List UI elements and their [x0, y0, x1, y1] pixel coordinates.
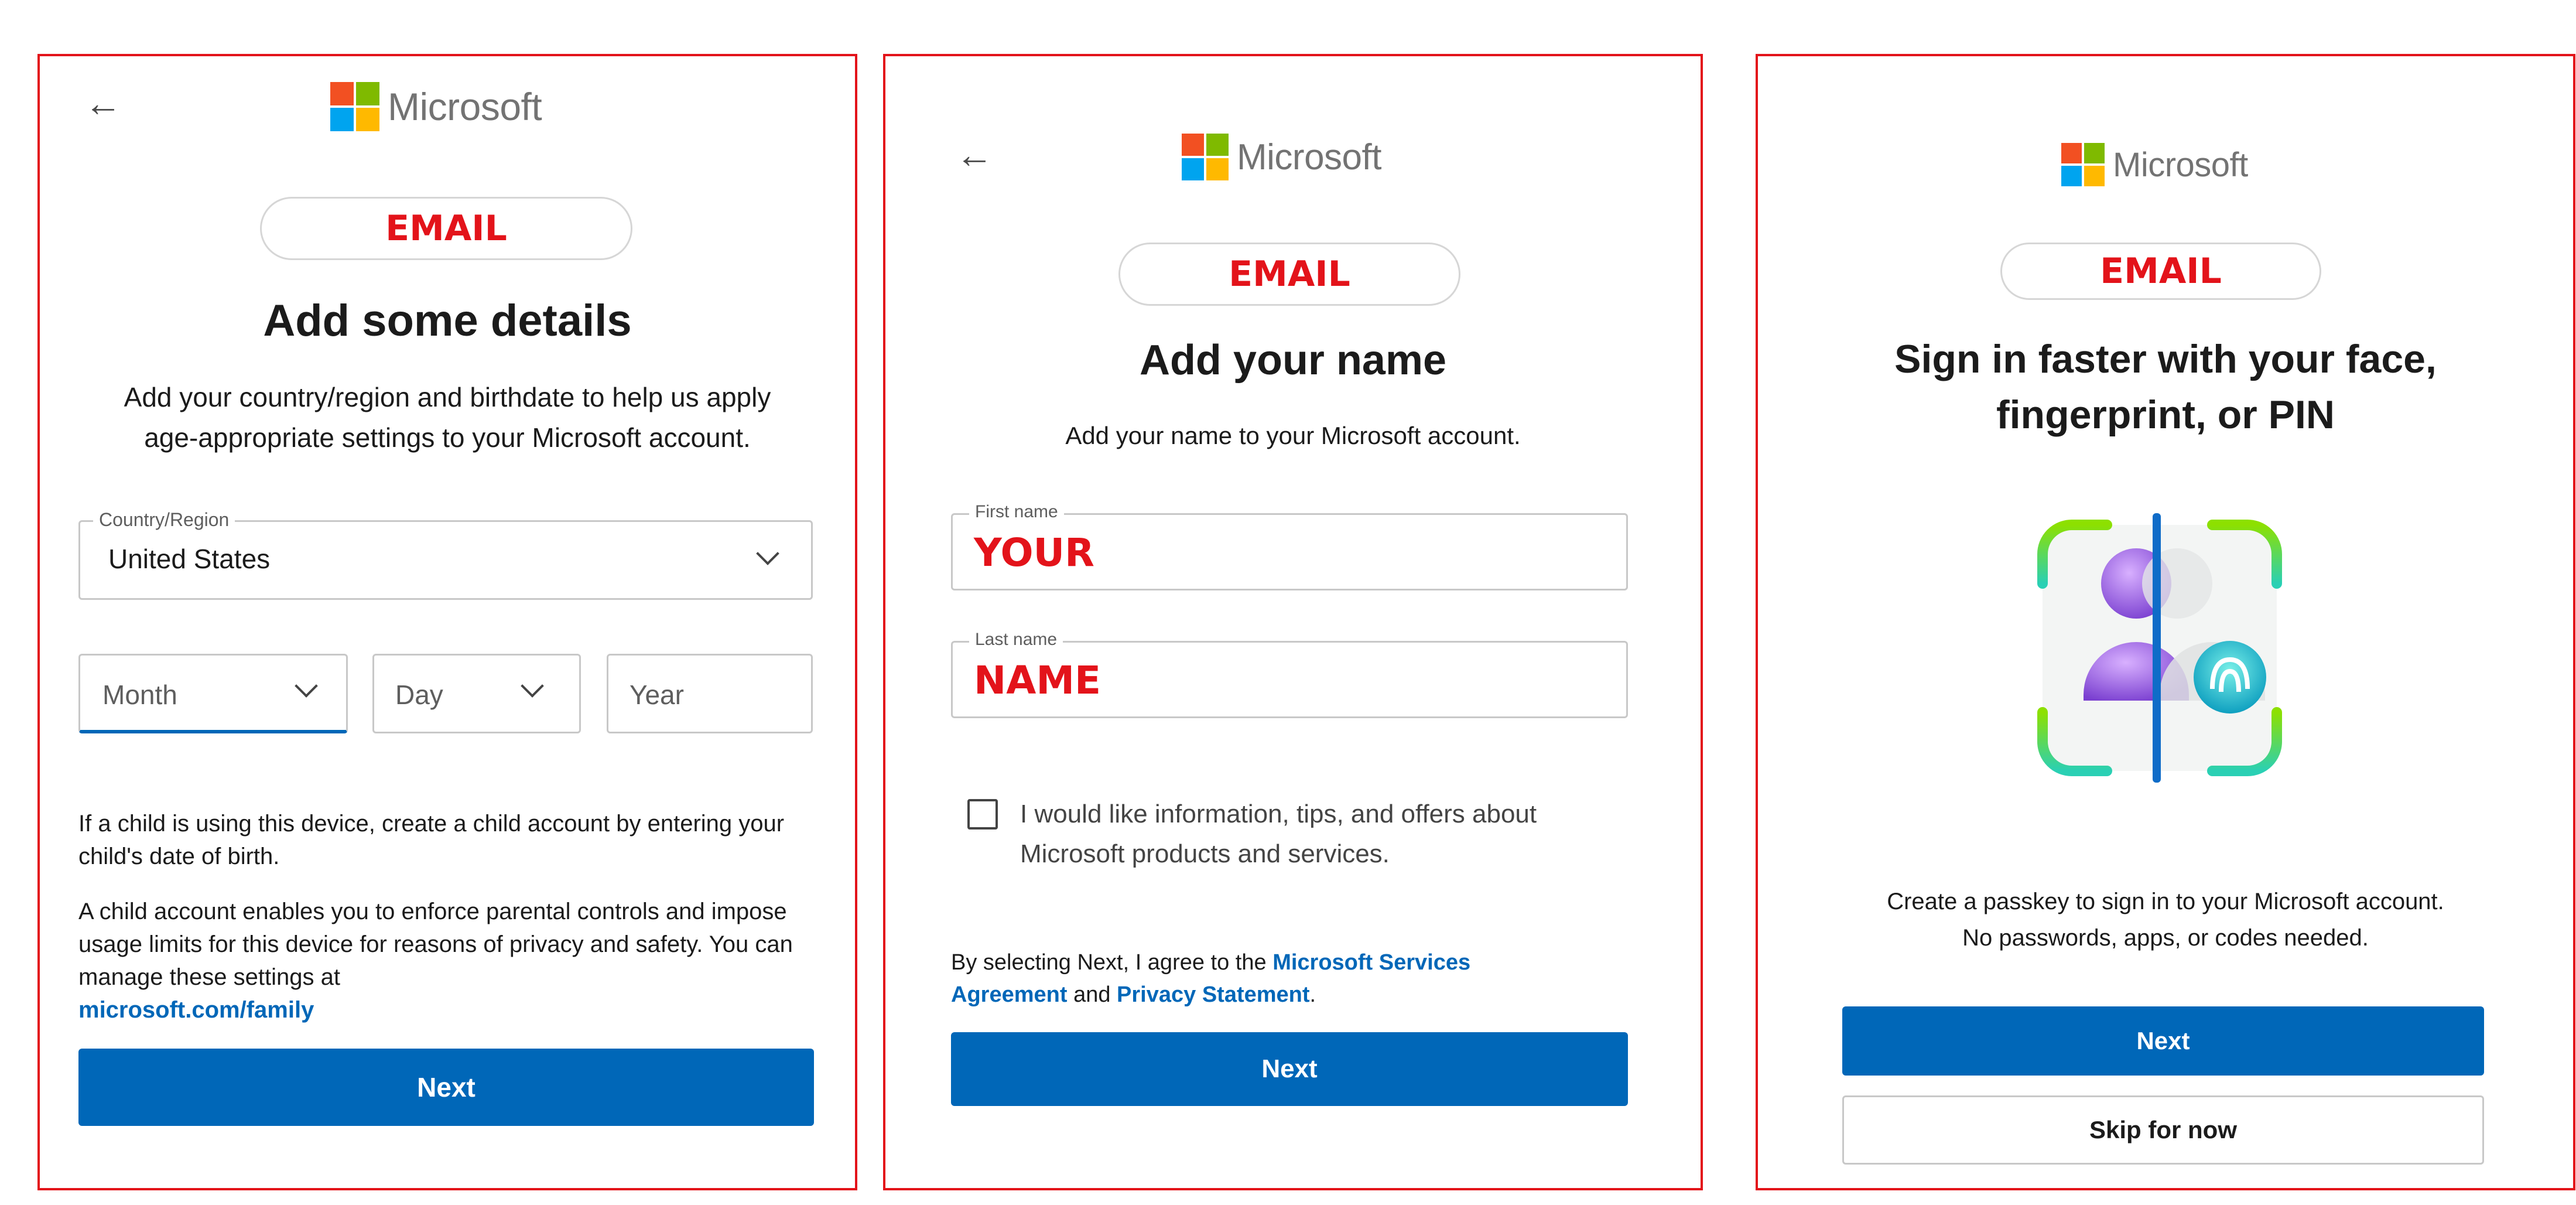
- first-name-label: First name: [969, 502, 1064, 522]
- microsoft-wordmark: Microsoft: [388, 85, 542, 128]
- page-title: Sign in faster with your face, fingerpri…: [1758, 332, 2573, 443]
- passkey-face-fingerprint-icon: [2019, 501, 2300, 806]
- title-line: fingerprint, or PIN: [1996, 392, 2335, 438]
- passkey-description: Create a passkey to sign in to your Micr…: [1758, 883, 2573, 956]
- add-details-panel: ← Microsoft EMAIL Add some details Add y…: [37, 54, 857, 1190]
- period-text: .: [1309, 982, 1316, 1008]
- microsoft-wordmark: Microsoft: [1237, 136, 1381, 177]
- last-name-label: Last name: [969, 630, 1063, 650]
- next-button[interactable]: Next: [951, 1032, 1628, 1106]
- microsoft-squares-icon: [330, 82, 379, 131]
- next-button[interactable]: Next: [78, 1049, 814, 1126]
- child-account-text: A child account enables you to enforce p…: [78, 899, 793, 990]
- and-text: and: [1073, 982, 1111, 1008]
- description-line: Create a passkey to sign in to your Micr…: [1887, 889, 2444, 914]
- skip-for-now-button[interactable]: Skip for now: [1842, 1095, 2484, 1165]
- back-arrow-icon[interactable]: ←: [84, 84, 122, 122]
- family-link[interactable]: microsoft.com/family: [78, 997, 314, 1023]
- country-region-select[interactable]: Country/Region United States: [78, 509, 813, 600]
- country-region-label: Country/Region: [93, 509, 235, 531]
- chevron-down-icon: [756, 542, 779, 565]
- month-select[interactable]: Month: [78, 654, 348, 733]
- microsoft-logo: Microsoft: [2061, 143, 2248, 186]
- first-name-input[interactable]: First name YOUR: [951, 502, 1628, 590]
- day-select[interactable]: Day: [372, 654, 581, 733]
- child-note: If a child is using this device, create …: [78, 811, 785, 869]
- page-title: Add some details: [263, 296, 632, 346]
- country-region-value: United States: [108, 544, 271, 574]
- microsoft-wordmark: Microsoft: [2113, 145, 2248, 184]
- privacy-statement-link[interactable]: Privacy Statement: [1117, 982, 1310, 1007]
- page-title: Add your name: [1139, 337, 1447, 384]
- microsoft-squares-icon: [1182, 134, 1229, 180]
- offers-checkbox[interactable]: [967, 799, 998, 829]
- email-badge: EMAIL: [1118, 243, 1460, 306]
- add-name-panel: ← Microsoft EMAIL Add your name Add your…: [883, 54, 1703, 1190]
- year-placeholder: Year: [630, 680, 684, 710]
- description-line: No passwords, apps, or codes needed.: [1962, 925, 2369, 951]
- page-subtitle: Add your country/region and birthdate to…: [40, 377, 855, 458]
- back-arrow-icon[interactable]: ←: [956, 136, 993, 173]
- last-name-input[interactable]: Last name NAME: [951, 630, 1628, 718]
- offers-checkbox-label: I would like information, tips, and offe…: [1020, 794, 1664, 874]
- chevron-down-icon: [295, 674, 318, 698]
- page-subtitle: Add your name to your Microsoft account.: [1065, 422, 1521, 449]
- title-line: Sign in faster with your face,: [1894, 337, 2437, 381]
- microsoft-squares-icon: [2061, 143, 2105, 186]
- microsoft-logo: Microsoft: [1182, 134, 1381, 180]
- month-placeholder: Month: [102, 680, 177, 710]
- subtitle-line: age-appropriate settings to your Microso…: [144, 422, 751, 453]
- chevron-down-icon: [521, 674, 544, 698]
- day-placeholder: Day: [395, 680, 443, 710]
- email-badge: EMAIL: [2000, 243, 2321, 300]
- child-account-info: A child account enables you to enforce p…: [78, 895, 822, 1026]
- subtitle-line: Add your country/region and birthdate to…: [124, 382, 771, 412]
- first-name-value: YOUR: [974, 530, 1094, 575]
- email-badge: EMAIL: [260, 197, 632, 260]
- last-name-value: NAME: [974, 658, 1101, 703]
- passkey-panel: Microsoft EMAIL Sign in faster with your…: [1756, 54, 2575, 1190]
- agree-prefix: By selecting Next, I agree to the: [951, 950, 1267, 975]
- checkbox-label-line: I would like information, tips, and offe…: [1020, 800, 1537, 828]
- year-input[interactable]: Year: [607, 654, 813, 733]
- agreement-text: By selecting Next, I agree to the Micros…: [951, 947, 1537, 1011]
- next-button[interactable]: Next: [1842, 1006, 2484, 1076]
- microsoft-logo: Microsoft: [330, 82, 542, 131]
- checkbox-label-line: Microsoft products and services.: [1020, 839, 1390, 869]
